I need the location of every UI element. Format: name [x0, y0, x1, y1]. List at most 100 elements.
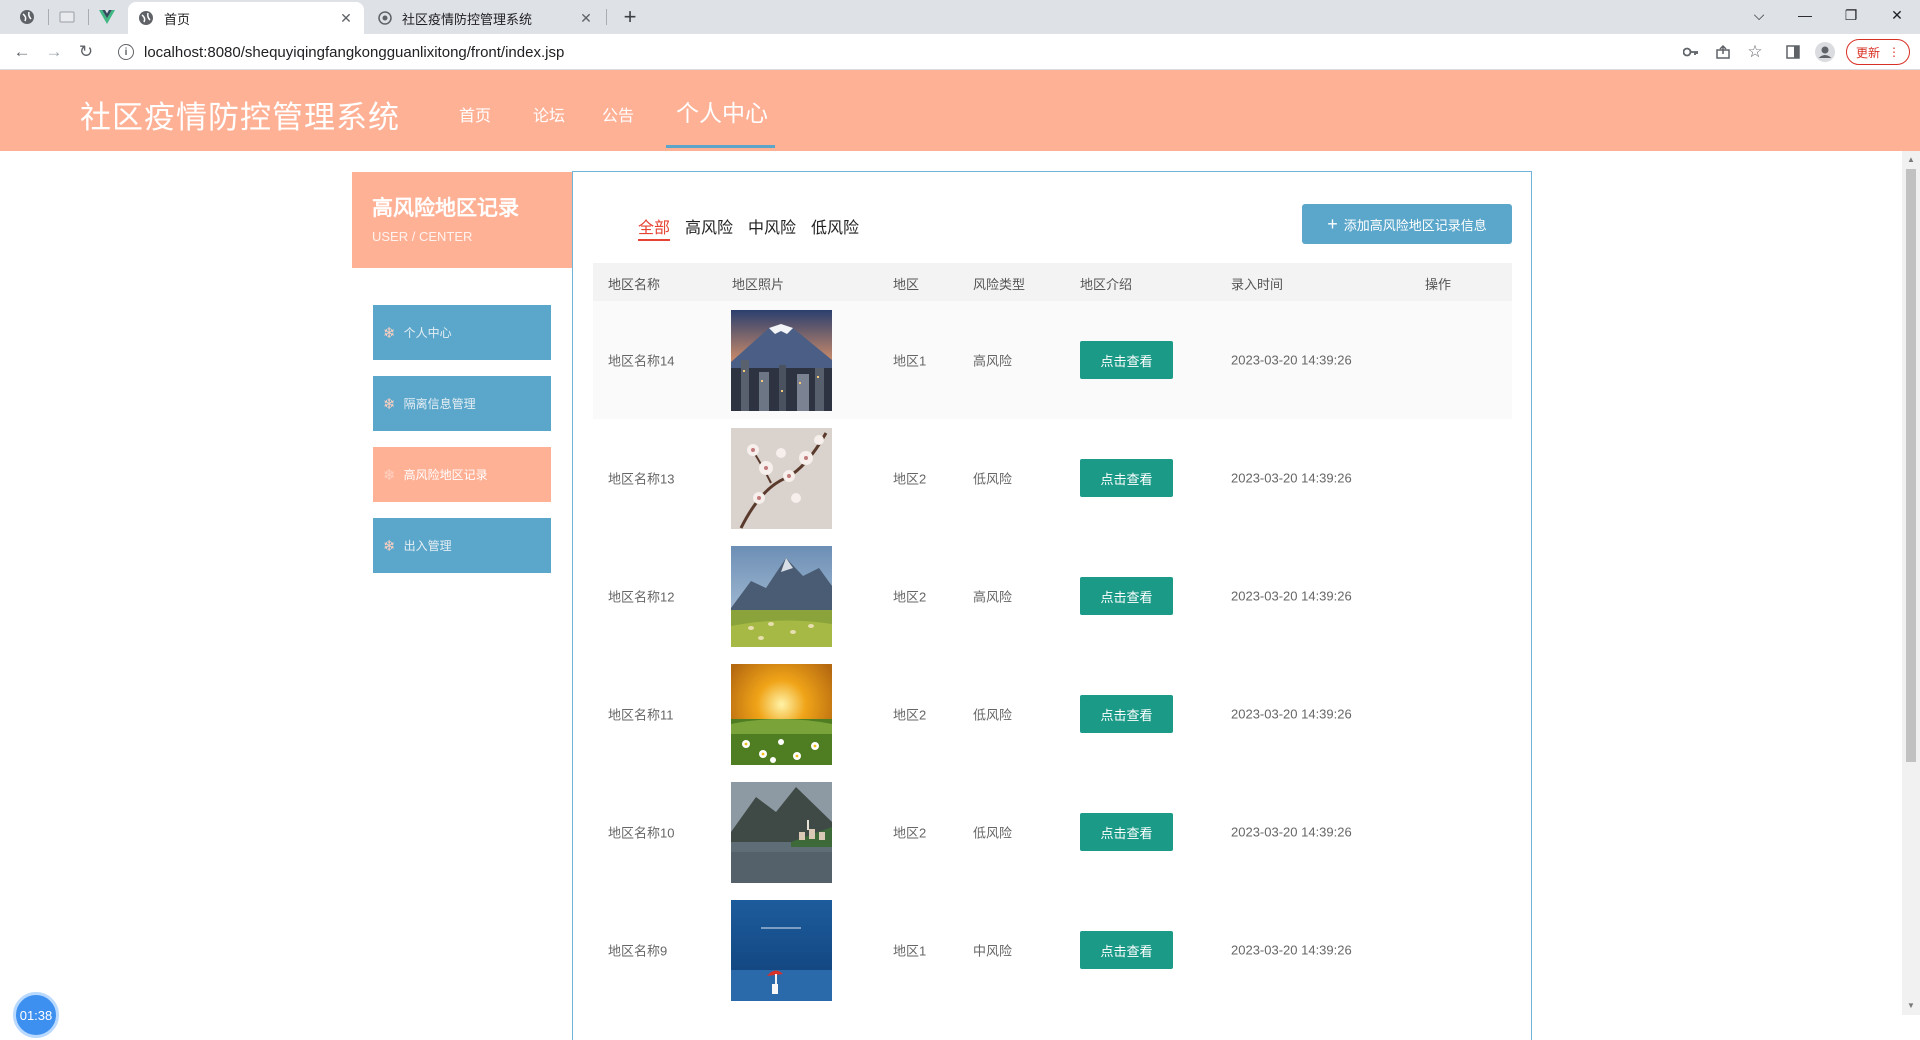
- risk-type: 中风险: [973, 943, 1013, 959]
- filter-all[interactable]: 全部: [638, 214, 671, 241]
- region-area: 地区2: [893, 825, 927, 841]
- region-name: 地区名称13: [608, 471, 675, 487]
- table-header: 地区名称 地区照片 地区 风险类型 地区介绍 录入时间 操作: [593, 263, 1512, 301]
- region-name: 地区名称11: [608, 707, 674, 723]
- view-intro-button[interactable]: 点击查看: [1080, 577, 1173, 615]
- minimize-icon[interactable]: —: [1782, 0, 1828, 30]
- site-title: 社区疫情防控管理系统: [80, 100, 400, 135]
- nav-forum[interactable]: 论坛: [533, 102, 565, 126]
- sidebar-subtitle: USER / CENTER: [372, 229, 473, 244]
- risk-type: 低风险: [973, 825, 1013, 841]
- scroll-up-arrow-icon[interactable]: ▲: [1906, 155, 1916, 165]
- entry-time: 2023-03-20 14:39:26: [1231, 942, 1352, 958]
- close-icon[interactable]: ✕: [578, 10, 594, 27]
- content-panel: 全部 高风险 中风险 低风险 + 添加高风险地区记录信息 地区名称 地区照片 地…: [572, 171, 1532, 1040]
- filter-low-risk[interactable]: 低风险: [811, 214, 859, 238]
- sidebar-item-high-risk[interactable]: ❄ 高风险地区记录: [373, 447, 551, 502]
- sidebar-item-personal-center[interactable]: ❄ 个人中心: [373, 305, 551, 360]
- profile-avatar-icon[interactable]: [1814, 41, 1836, 63]
- tab-search-chevron-icon[interactable]: ⌵: [1736, 0, 1782, 30]
- view-intro-button[interactable]: 点击查看: [1080, 459, 1173, 497]
- add-record-button[interactable]: + 添加高风险地区记录信息: [1302, 204, 1512, 244]
- column-header: 地区名称: [608, 277, 661, 292]
- sidebar-header: 高风险地区记录 USER / CENTER: [352, 172, 572, 268]
- nav-home[interactable]: 首页: [459, 102, 491, 126]
- column-header: 地区: [893, 277, 920, 292]
- region-photo-cherry-blossom[interactable]: [731, 428, 832, 529]
- snowflake-icon: ❄: [383, 324, 396, 342]
- region-area: 地区1: [893, 353, 927, 369]
- region-photo-sunset-flowers[interactable]: [731, 664, 832, 765]
- tab-home[interactable]: 首页 ✕: [128, 2, 364, 34]
- region-area: 地区2: [893, 707, 927, 723]
- nav-announcement[interactable]: 公告: [602, 102, 634, 126]
- forward-arrow-icon[interactable]: →: [42, 40, 66, 64]
- page-scrollbar[interactable]: ▲ ▼: [1902, 151, 1920, 1015]
- column-header: 录入时间: [1231, 277, 1284, 292]
- table-row: 地区名称11 地区2 低风险 点击查看 2023-03-20 14:39:26: [593, 655, 1512, 773]
- snowflake-icon: ❄: [383, 466, 396, 484]
- recording-timer[interactable]: 01:38: [13, 992, 59, 1038]
- site-header: 社区疫情防控管理系统 首页 论坛 公告 个人中心: [0, 70, 1920, 151]
- region-name: 地区名称12: [608, 589, 675, 605]
- filter-high-risk[interactable]: 高风险: [685, 214, 733, 238]
- site-icon: [378, 11, 392, 25]
- region-photo-mountain-meadow[interactable]: [731, 546, 832, 647]
- plus-icon: +: [1327, 213, 1338, 234]
- key-icon[interactable]: [1680, 41, 1702, 63]
- sidebar-item-label: 出入管理: [403, 539, 452, 553]
- snowflake-icon: ❄: [383, 395, 396, 413]
- omnibox[interactable]: i localhost:8080/shequyiqingfangkongguan…: [108, 38, 1688, 66]
- back-arrow-icon[interactable]: ←: [10, 40, 34, 64]
- risk-type: 高风险: [973, 589, 1013, 605]
- risk-type: 高风险: [973, 353, 1013, 369]
- region-photo-sea-umbrella[interactable]: [731, 900, 832, 1001]
- region-photo-lake-village[interactable]: [731, 782, 832, 883]
- region-photo-mountain-city[interactable]: [731, 310, 832, 411]
- restore-icon[interactable]: ❐: [1828, 0, 1874, 30]
- scrollbar-thumb[interactable]: [1906, 169, 1916, 762]
- column-header: 地区介绍: [1080, 277, 1133, 292]
- sidebar-item-access[interactable]: ❄ 出入管理: [373, 518, 551, 573]
- sidebar-item-label: 隔离信息管理: [403, 397, 476, 411]
- table-row: 地区名称10 地区2 低风险 点击查看 2023-03-20 14:39:26: [593, 773, 1512, 891]
- column-header: 操作: [1425, 277, 1452, 292]
- table-row: 地区名称14 地区1 高风险 点击查看 2023-03-20 14:39:26: [593, 301, 1512, 419]
- region-name: 地区名称9: [608, 943, 668, 959]
- entry-time: 2023-03-20 14:39:26: [1231, 706, 1352, 722]
- info-icon[interactable]: i: [118, 44, 134, 60]
- region-name: 地区名称14: [608, 353, 675, 369]
- nav-active-underline: [666, 145, 775, 148]
- sidebar-item-label: 高风险地区记录: [403, 468, 488, 482]
- url-text[interactable]: localhost:8080/shequyiqingfangkongguanli…: [144, 44, 564, 61]
- pinned-tab-vue-icon[interactable]: [90, 4, 124, 30]
- sidebar-title: 高风险地区记录: [372, 197, 519, 220]
- reload-icon[interactable]: ↻: [74, 40, 98, 64]
- bookmark-star-icon[interactable]: ☆: [1744, 41, 1766, 63]
- update-button[interactable]: 更新 ⋮: [1846, 39, 1910, 65]
- entry-time: 2023-03-20 14:39:26: [1231, 824, 1352, 840]
- new-tab-plus-icon[interactable]: +: [616, 4, 644, 30]
- pinned-tab-folder-icon[interactable]: [50, 4, 84, 30]
- share-icon[interactable]: [1712, 41, 1734, 63]
- view-intro-button[interactable]: 点击查看: [1080, 813, 1173, 851]
- scroll-down-arrow-icon[interactable]: ▼: [1906, 1001, 1916, 1011]
- view-intro-button[interactable]: 点击查看: [1080, 341, 1173, 379]
- side-panel-icon[interactable]: [1782, 41, 1804, 63]
- risk-type: 低风险: [973, 471, 1013, 487]
- view-intro-button[interactable]: 点击查看: [1080, 695, 1173, 733]
- table-row: 地区名称12 地区2 高风险 点击查看 2023-03-20 14:39:26: [593, 537, 1512, 655]
- view-intro-button[interactable]: 点击查看: [1080, 931, 1173, 969]
- browser-tab-strip: 首页 ✕ 社区疫情防控管理系统 ✕ + ⌵ — ❐ ✕: [0, 0, 1920, 34]
- close-icon[interactable]: ✕: [338, 10, 354, 27]
- window-close-icon[interactable]: ✕: [1874, 0, 1920, 30]
- tab-system[interactable]: 社区疫情防控管理系统 ✕: [368, 2, 604, 34]
- sidebar-item-isolation[interactable]: ❄ 隔离信息管理: [373, 376, 551, 431]
- address-bar: ← → ↻ i localhost:8080/shequyiqingfangko…: [0, 34, 1920, 70]
- region-area: 地区2: [893, 471, 927, 487]
- pinned-tab-globe-icon[interactable]: [10, 4, 44, 30]
- snowflake-icon: ❄: [383, 537, 396, 555]
- nav-personal-center[interactable]: 个人中心: [676, 94, 768, 128]
- column-header: 风险类型: [973, 277, 1026, 292]
- filter-medium-risk[interactable]: 中风险: [748, 214, 796, 238]
